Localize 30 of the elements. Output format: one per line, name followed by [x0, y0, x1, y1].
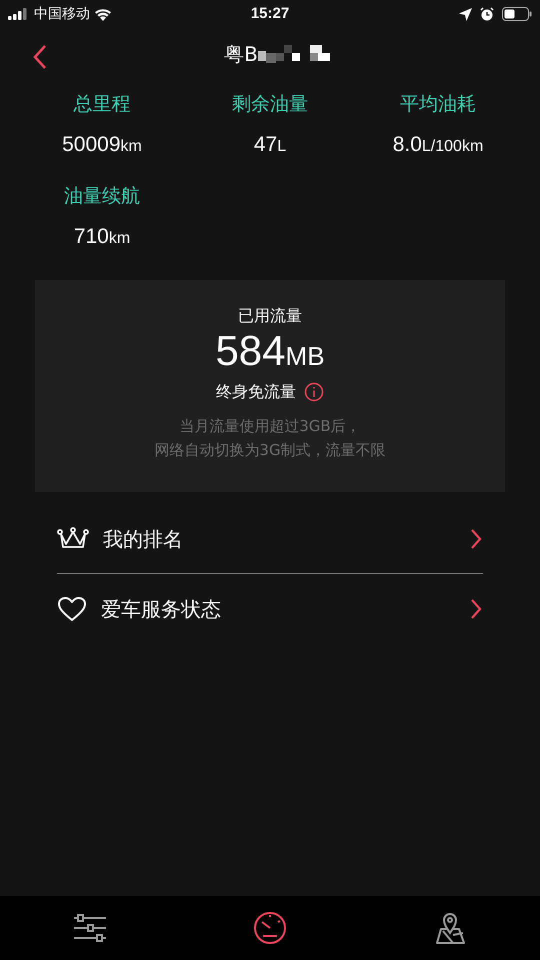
stat-value: 47L	[254, 132, 286, 158]
map-pin-icon[interactable]	[433, 911, 467, 945]
clock-time: 15:27	[250, 4, 290, 24]
page-title: 粤B	[224, 41, 258, 68]
stat-label: 总里程	[74, 92, 130, 117]
location-arrow-icon	[459, 8, 472, 20]
stat-label: 平均油耗	[400, 92, 476, 117]
gauge-icon[interactable]	[253, 911, 287, 945]
data-used-value: 584MB	[215, 330, 325, 376]
alarm-clock-icon	[480, 7, 494, 21]
wifi-icon	[94, 8, 112, 20]
crown-icon	[57, 526, 89, 550]
stat-value: 710km	[74, 224, 130, 250]
usage-note: 网络自动切换为3G制式，流量不限	[154, 440, 386, 461]
info-icon[interactable]	[304, 382, 324, 402]
carrier-name: 中国移动	[34, 4, 90, 24]
stat-value: 8.0L/100km	[392, 132, 484, 158]
battery-icon	[502, 7, 532, 21]
sliders-icon[interactable]	[72, 913, 108, 943]
stat-label: 剩余油量	[232, 92, 308, 117]
card-title: 已用流量	[238, 305, 302, 327]
menu-item-label[interactable]: 爱车服务状态	[101, 594, 469, 624]
chevron-right-icon[interactable]	[469, 598, 483, 620]
stat-label: 油量续航	[64, 184, 140, 209]
heart-icon	[57, 596, 87, 622]
usage-note: 当月流量使用超过3GB后，	[179, 416, 361, 437]
chevron-right-icon[interactable]	[469, 528, 483, 550]
stat-value: 50009km	[62, 132, 142, 158]
plan-label: 终身免流量	[216, 381, 296, 403]
menu-item-label[interactable]: 我的排名	[103, 524, 469, 554]
